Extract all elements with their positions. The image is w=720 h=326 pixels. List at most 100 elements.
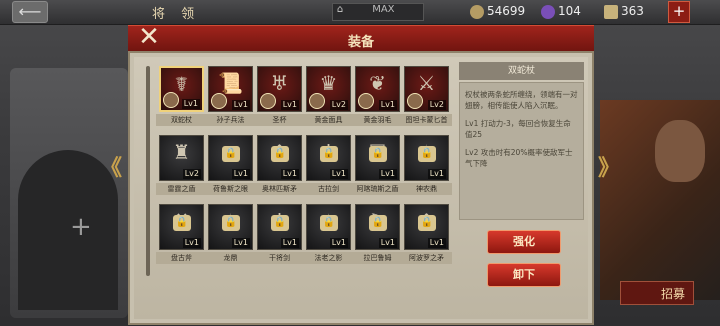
- add-general-icon[interactable]: +: [70, 212, 92, 242]
- item-artwork-icon: ⚔: [417, 71, 436, 95]
- equipment-item[interactable]: ↟🔒Lv1 阿波罗之矛: [401, 204, 452, 268]
- item-slot[interactable]: †🔒Lv1: [306, 135, 351, 181]
- lock-icon: 🔒: [222, 215, 240, 231]
- item-slot[interactable]: ♨🔒Lv1: [404, 135, 449, 181]
- gem-value: 104: [558, 4, 581, 18]
- item-name: 图坦卡蒙匕首: [401, 114, 452, 126]
- coin-value: 54699: [487, 4, 526, 18]
- item-name: 古拉剑: [303, 183, 354, 195]
- item-name: 黄金面具: [303, 114, 354, 126]
- add-resource-button[interactable]: +: [668, 1, 690, 23]
- lock-icon: 🔒: [369, 146, 387, 162]
- item-artwork-icon: ♛: [319, 71, 338, 95]
- next-arrow-icon[interactable]: 》: [598, 150, 620, 182]
- equipment-item[interactable]: ⚑🔒Lv1拉巴鲁姆: [352, 204, 403, 268]
- lock-icon: 🔒: [271, 146, 289, 162]
- equipment-item[interactable]: ◉🔒Lv1 荷鲁斯之眼: [205, 135, 256, 199]
- item-level: Lv1: [280, 238, 299, 248]
- item-slot[interactable]: ✧🔒Lv1: [306, 204, 351, 250]
- top-bar: ⟵ 将 领 ⌂ MAX 54699 104 363 +: [0, 0, 720, 25]
- item-level: Lv1: [427, 169, 446, 179]
- lock-icon: 🔒: [271, 215, 289, 231]
- item-level: Lv1: [329, 169, 348, 179]
- item-level: Lv1: [280, 100, 299, 110]
- detail-description: 权杖被两条蛇所缠绕，领端有一对翅膀，相传能使人陷入沉眠。: [465, 90, 578, 110]
- item-level: Lv2: [427, 100, 446, 110]
- equipment-item[interactable]: ⛨🔒Lv1阿喀琉斯之盾: [352, 135, 403, 199]
- grid-scrollbar[interactable]: [146, 66, 150, 276]
- item-name: 盘古斧: [156, 252, 207, 264]
- item-slot[interactable]: ❦ Lv1: [355, 66, 400, 112]
- owner-avatar: [260, 93, 276, 109]
- item-name: 阿喀琉斯之盾: [352, 183, 403, 195]
- item-slot[interactable]: ⚑🔒Lv1: [355, 204, 400, 250]
- item-name: 双蛇杖: [156, 114, 207, 126]
- ticket-resource: 363: [604, 3, 644, 19]
- equipment-item[interactable]: ⚔ Lv2 图坦卡蒙匕首: [401, 66, 452, 130]
- item-level: Lv1: [182, 238, 201, 248]
- item-slot[interactable]: ↟🔒Lv1: [404, 204, 449, 250]
- item-name: 荷鲁斯之眼: [205, 183, 256, 195]
- equipment-item[interactable]: †🔒Lv1古拉剑: [303, 135, 354, 199]
- lock-icon: 🔒: [418, 146, 436, 162]
- item-level: Lv1: [378, 100, 397, 110]
- max-badge: ⌂ MAX: [332, 3, 424, 21]
- page-title: 将 领: [152, 7, 201, 22]
- item-slot[interactable]: ♅ Lv1: [257, 66, 302, 112]
- detail-title: 双蛇杖: [459, 62, 584, 80]
- item-level: Lv1: [329, 238, 348, 248]
- temple-icon: ⌂: [336, 4, 344, 15]
- equipment-item[interactable]: †🔒Lv1干将剑: [254, 204, 305, 268]
- item-slot[interactable]: ↟🔒Lv1: [257, 135, 302, 181]
- item-artwork-icon: ♅: [270, 71, 289, 95]
- equipment-item[interactable]: ↟🔒Lv1奥林匹斯矛: [254, 135, 305, 199]
- equipment-item[interactable]: ♨🔒Lv1神农鼎: [401, 135, 452, 199]
- equipment-item[interactable]: ♛ Lv2 黄金面具: [303, 66, 354, 130]
- coin-icon: [470, 4, 484, 19]
- owner-avatar: [309, 93, 325, 109]
- equipment-item[interactable]: ❦ Lv1 黄金羽毛: [352, 66, 403, 130]
- item-slot[interactable]: ♛ Lv2: [306, 66, 351, 112]
- lock-icon: 🔒: [320, 146, 338, 162]
- item-slot[interactable]: ⚒🔒Lv1: [159, 204, 204, 250]
- equipment-item[interactable]: ⚒🔒Lv1 盘古斧: [156, 204, 207, 268]
- lock-icon: 🔒: [222, 146, 240, 162]
- item-slot[interactable]: ⚔ Lv2: [404, 66, 449, 112]
- equipment-item[interactable]: ☤ Lv1 双蛇杖: [156, 66, 207, 130]
- item-name: 龙鼎: [205, 252, 256, 264]
- equipment-item[interactable]: ✧🔒Lv1法老之影: [303, 204, 354, 268]
- back-button[interactable]: ⟵: [12, 1, 48, 23]
- item-slot[interactable]: †🔒Lv1: [257, 204, 302, 250]
- item-artwork-icon: 📜: [218, 71, 243, 95]
- item-level: Lv2: [182, 169, 201, 179]
- item-name: 黄金羽毛: [352, 114, 403, 126]
- owner-avatar: [358, 93, 374, 109]
- item-name: 阿波罗之矛: [401, 252, 452, 264]
- equipment-item[interactable]: ♨🔒Lv1 龙鼎: [205, 204, 256, 268]
- coin-resource: 54699: [470, 3, 525, 19]
- item-slot[interactable]: ☤ Lv1: [159, 66, 204, 112]
- unequip-button[interactable]: 卸下: [487, 263, 561, 287]
- equipment-item[interactable]: 📜 Lv1 孙子兵法: [205, 66, 256, 130]
- ticket-icon: [604, 4, 618, 19]
- item-level: Lv1: [231, 100, 250, 110]
- general-portrait: [655, 120, 705, 182]
- item-name: 神农鼎: [401, 183, 452, 195]
- item-slot[interactable]: ♜ Lv2: [159, 135, 204, 181]
- enhance-button[interactable]: 强化: [487, 230, 561, 254]
- item-name: 雷霆之盾: [156, 183, 207, 195]
- item-level: Lv1: [181, 99, 200, 109]
- equipment-item[interactable]: ♅ Lv1 圣杯: [254, 66, 305, 130]
- gem-icon: [541, 4, 555, 19]
- dialog-header: ✕ 装备: [128, 24, 594, 52]
- equipment-item[interactable]: ♜ Lv2 雷霆之盾: [156, 135, 207, 199]
- prev-arrow-icon[interactable]: 《: [100, 150, 122, 182]
- item-slot[interactable]: ◉🔒Lv1: [208, 135, 253, 181]
- item-level: Lv1: [378, 169, 397, 179]
- item-name: 孙子兵法: [205, 114, 256, 126]
- item-slot[interactable]: ♨🔒Lv1: [208, 204, 253, 250]
- item-slot[interactable]: 📜 Lv1: [208, 66, 253, 112]
- ticket-value: 363: [621, 4, 644, 18]
- item-slot[interactable]: ⛨🔒Lv1: [355, 135, 400, 181]
- recruit-button[interactable]: 招募: [620, 281, 694, 305]
